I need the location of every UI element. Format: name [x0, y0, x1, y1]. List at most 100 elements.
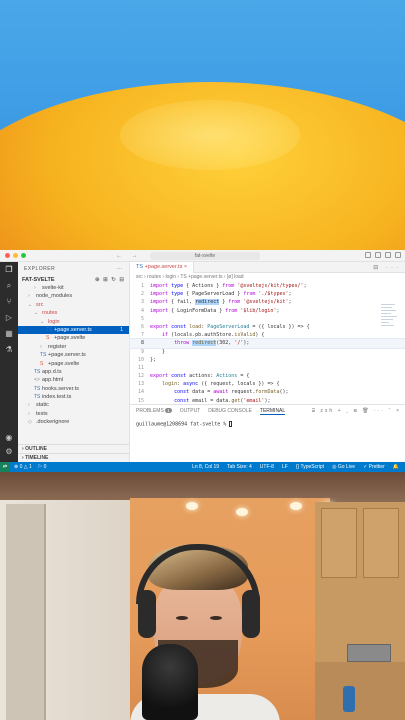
toggle-sidebar-icon[interactable] [365, 252, 371, 258]
account-icon[interactable]: ◉ [5, 434, 12, 442]
tree-item[interactable]: › node_modules [18, 292, 129, 300]
tree-item[interactable]: TS +page.server.ts 1 [18, 325, 129, 335]
tree-item[interactable]: › static [18, 401, 129, 409]
code-line[interactable]: 2 import type { PageServerLoad } from './… [130, 290, 405, 298]
project-row[interactable]: FAT-SVELTE ⊕ ⊞ ↻ ⊟ [18, 276, 129, 284]
title-bar: ← → fat-svelte [0, 250, 405, 262]
source-control-icon[interactable]: ⑂ [7, 298, 12, 306]
timeline-section[interactable]: › TIMELINE [18, 453, 130, 462]
line-ending[interactable]: LF [282, 464, 288, 470]
code-line[interactable]: 13 login: async ({ request, locals }) =>… [130, 380, 405, 388]
code-line[interactable]: 3 import { fail, redirect } from '@svelte… [130, 298, 405, 306]
minimize-window-button[interactable] [13, 253, 18, 258]
remote-indicator-icon[interactable]: ⇄ [0, 462, 10, 472]
code-line-current[interactable]: 8 throw redirect(302, '/'); [129, 338, 405, 349]
ports-status[interactable]: ⚐ 0 [38, 464, 47, 470]
terminal-cursor [229, 421, 233, 427]
code-line[interactable]: 14 const data = await request.formData()… [130, 388, 405, 396]
code-line[interactable]: 12 export const actions: Actions = { [130, 372, 405, 380]
tree-item[interactable]: ◇ .dockerignore [18, 418, 129, 426]
line-number: 4 [140, 307, 144, 314]
cursor-position[interactable]: Ln 8, Col 19 [192, 464, 219, 470]
line-number: 5 [140, 315, 144, 322]
search-icon[interactable]: ⌕ [7, 282, 11, 290]
chevron-icon: › [40, 343, 42, 350]
explorer-actions[interactable]: ⊕ ⊞ ↻ ⊟ [95, 277, 125, 283]
more-actions-icon[interactable]: ··· [117, 266, 124, 272]
tab-problems[interactable]: PROBLEMS 1 [136, 408, 172, 414]
extensions-icon[interactable]: ▦ [5, 330, 13, 338]
tree-item[interactable]: ⌄ src [18, 301, 129, 309]
editor-tab[interactable]: TS +page.server.ts × [130, 261, 195, 273]
tree-item-label: +page.svelte [54, 335, 86, 342]
ceiling-light [290, 502, 302, 510]
status-right: Ln 8, Col 19 Tab Size: 4 UTF-8 LF {} Typ… [192, 464, 399, 470]
files-icon[interactable]: ❐ [5, 266, 12, 274]
breadcrumb[interactable]: src › routes › login › TS +page.server.t… [130, 273, 405, 282]
go-live-button[interactable]: ◎ Go Live [332, 464, 355, 470]
activity-bar: ❐ ⌕ ⑂ ▷ ▦ ⚗ ◉ ⚙ [0, 262, 18, 462]
encoding[interactable]: UTF-8 [260, 464, 274, 470]
chevron-icon: ⌄ [40, 318, 45, 325]
gear-icon[interactable]: ⚙ [5, 448, 12, 456]
nav-arrows[interactable]: ← → [116, 253, 142, 259]
chevron-icon: ⌄ [28, 301, 33, 308]
kitchen-cabinets [315, 502, 405, 662]
tree-item[interactable]: › register [18, 343, 129, 351]
tab-output[interactable]: OUTPUT [180, 408, 201, 414]
toggle-secondary-sidebar-icon[interactable] [385, 252, 391, 258]
code-line[interactable]: 11 [130, 364, 405, 372]
tree-item[interactable]: TS +page.server.ts [18, 351, 129, 359]
terminal-output[interactable]: guillaume@1208694 fat-svelte % [130, 417, 405, 432]
line-number: 10 [137, 356, 144, 363]
chevron-icon: › [28, 402, 30, 409]
close-tab-icon[interactable]: × [184, 264, 187, 270]
outline-section[interactable]: › OUTLINE [18, 444, 130, 453]
tree-item[interactable]: S +page.svelte [18, 360, 129, 368]
close-window-button[interactable] [5, 253, 10, 258]
line-number: 1 [140, 283, 144, 289]
tab-size[interactable]: Tab Size: 4 [227, 464, 252, 470]
customize-layout-icon[interactable] [395, 252, 401, 258]
code-editor[interactable]: 1 import type { Actions } from '@sveltejs… [129, 282, 405, 405]
code-line[interactable]: 7 if (locals.pb.authStore.isValid) { [130, 331, 405, 339]
code-line[interactable]: 1 import type { Actions } from '@sveltejs… [130, 282, 405, 290]
zoom-window-button[interactable] [21, 253, 26, 258]
code-line[interactable]: 4 import { LoginFormData } from '$lib/log… [130, 307, 405, 315]
tree-item[interactable]: S +page.svelte [18, 334, 129, 342]
minimap[interactable] [381, 302, 401, 342]
line-number: 14 [137, 389, 144, 396]
code-line[interactable]: 10}; [130, 356, 405, 364]
tree-item[interactable]: › svelte-kit [18, 284, 129, 292]
ceiling-light [186, 502, 198, 510]
ceiling-light [236, 508, 248, 516]
code-line[interactable]: 5 [130, 315, 405, 323]
run-debug-icon[interactable]: ▷ [6, 314, 12, 322]
problems-status[interactable]: ⊗ 0 △ 1 [14, 464, 32, 470]
tab-terminal[interactable]: TERMINAL [259, 408, 286, 415]
shell-name: zsh [320, 408, 335, 414]
editor-tabs: TS +page.server.ts × ⊟ ··· [130, 261, 405, 273]
code-line[interactable]: 9 } [130, 348, 405, 356]
command-center-search[interactable]: fat-svelte [150, 252, 260, 260]
language-mode[interactable]: {} TypeScript [296, 464, 324, 470]
tab-debug-console[interactable]: DEBUG CONSOLE [208, 408, 252, 414]
tree-item[interactable]: ⌄ routes [18, 309, 129, 317]
tree-item[interactable]: <> app.html [18, 376, 129, 384]
editor-actions[interactable]: ⊟ ··· [373, 264, 401, 271]
tree-item-label: hooks.server.ts [42, 385, 79, 392]
tree-item[interactable]: ⌄ login [18, 318, 129, 326]
stove [347, 644, 391, 662]
code-line[interactable]: 6 export const load: PageServerLoad = ({ … [130, 323, 405, 331]
tree-item[interactable]: TS hooks.server.ts [18, 385, 129, 393]
terminal-actions[interactable]: ⌸ zsh + ⌄ ⊟ 🗑 ··· ⌃ × [312, 408, 401, 414]
webcam-video [0, 472, 405, 720]
toggle-panel-icon[interactable] [375, 252, 381, 258]
testing-icon[interactable]: ⚗ [5, 346, 12, 354]
notifications-icon[interactable]: 🔔 [393, 464, 399, 470]
tree-item[interactable]: TS app.d.ts [18, 368, 129, 376]
prettier-status[interactable]: ✓ Prettier [363, 464, 385, 470]
tree-item[interactable]: TS index.test.ts [18, 393, 129, 401]
svelte-file-icon: S [46, 335, 50, 342]
tree-item[interactable]: › tests [18, 410, 129, 418]
